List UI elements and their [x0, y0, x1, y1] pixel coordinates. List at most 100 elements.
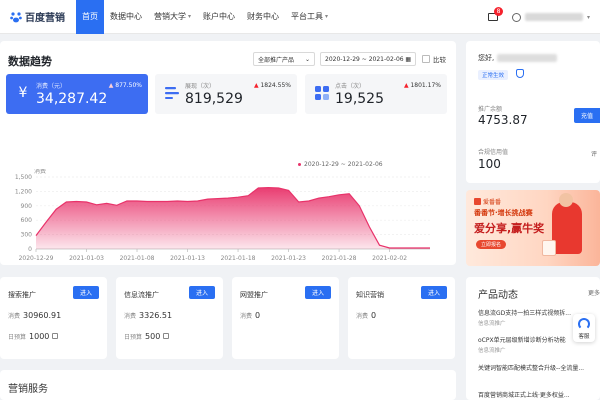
- headset-icon: [578, 318, 590, 330]
- date-range-picker[interactable]: 2020-12-29 ~ 2021-02-06 ▦: [320, 52, 416, 66]
- enter-button[interactable]: 进入: [305, 286, 331, 299]
- budget-row: 日预算 500: [124, 332, 170, 341]
- compare-toggle[interactable]: 比较: [422, 54, 446, 64]
- product-select-value: 全部推广产品: [258, 56, 295, 64]
- product-card-feed: 信息流推广 进入 消费 3326.51 日预算 500: [116, 277, 223, 359]
- banner-logo: 爱番番: [474, 197, 501, 206]
- promo-banner[interactable]: 爱番番 番番节·增长挑战赛 爱分享,赢牛奖 立即报名: [466, 190, 600, 266]
- product-card-knowledge: 知识营销 进入 消费 0: [348, 277, 455, 359]
- budget-row: 日预算 1000: [8, 332, 59, 341]
- x-tick-label: 2021-01-18: [221, 255, 256, 262]
- news-item-tag: 信息流推广: [478, 321, 506, 327]
- news-more-link[interactable]: 更多: [588, 288, 600, 297]
- user-icon: [511, 12, 521, 22]
- banner-gift-box: [542, 240, 556, 256]
- enter-button[interactable]: 进入: [189, 286, 215, 299]
- recharge-button[interactable]: 充值: [574, 108, 600, 123]
- chevron-down-icon: ▾: [586, 13, 590, 21]
- metric-impressions[interactable]: 展现（次） 819,529 ▲ 1824.55%: [155, 74, 297, 114]
- spend-area-chart: 消费1,500 1,200 900 600 300 0 2020-12-29 2021-01-…: [15, 169, 430, 262]
- nav-item-3[interactable]: 账户中心: [197, 0, 241, 34]
- customer-service-label: 客服: [578, 334, 590, 340]
- nav-right: 8 ▾: [487, 0, 590, 34]
- y-tick-label: 600: [21, 217, 33, 224]
- compare-label: 比较: [433, 56, 446, 64]
- message-badge: 8: [493, 7, 503, 16]
- x-tick-label: 2021-01-08: [120, 255, 155, 262]
- metric-change: ▲ 1824.55%: [253, 82, 291, 89]
- product-name: 网盟推广: [240, 291, 268, 299]
- edit-icon[interactable]: [52, 333, 59, 339]
- enter-button[interactable]: 进入: [421, 286, 447, 299]
- metric-change: ▲ 1801.17%: [403, 82, 441, 89]
- x-tick-label: 2021-02-02: [372, 255, 407, 262]
- marketing-services-card: 营销服务: [0, 370, 456, 400]
- metric-change: ▲ 877.50%: [108, 82, 142, 89]
- aifanfan-logo-icon: [474, 198, 481, 205]
- credit-score-label: 合规信用值: [478, 149, 509, 156]
- y-tick-label: 900: [21, 203, 33, 210]
- greeting: 您好,: [478, 53, 558, 63]
- y-axis-label: 消费: [34, 169, 46, 175]
- product-select[interactable]: 全部推广产品 ⌄: [253, 52, 315, 66]
- list-bars-icon: [163, 84, 181, 102]
- product-name: 搜索推广: [8, 291, 36, 299]
- yen-icon: ¥: [18, 85, 28, 101]
- x-tick-label: 2021-01-28: [322, 255, 357, 262]
- y-tick-label: 1,200: [15, 188, 32, 195]
- customer-service-button[interactable]: 客服: [573, 314, 595, 342]
- top-navigation: 百度营销 首页 数据中心 营销大学 ▾ 账户中心 财务中心 平台工具 ▾ 8 ▾: [0, 0, 600, 34]
- metric-spend[interactable]: ¥ 消费（元） 34,287.42 ▲ 877.50%: [6, 74, 148, 114]
- chevron-down-icon: ▾: [325, 13, 329, 20]
- news-item[interactable]: 百度营销商城正式上线·更多权益...: [478, 390, 600, 399]
- product-name: 知识营销: [356, 291, 384, 299]
- nav-item-5[interactable]: 平台工具 ▾: [285, 0, 334, 34]
- y-tick-label: 1,500: [15, 174, 32, 181]
- banner-person-head: [559, 193, 573, 207]
- account-profile-card: 您好, 正常生效 推广余额 4753.87 充值 合规信用值 100 评: [466, 41, 600, 183]
- legend-dot: [298, 163, 301, 166]
- edit-icon[interactable]: [163, 333, 170, 339]
- metric-value: 34,287.42: [36, 91, 108, 107]
- x-tick-label: 2020-12-29: [19, 255, 54, 262]
- message-icon[interactable]: 8: [487, 7, 503, 21]
- spend-row: 消费 30960.91: [8, 311, 62, 320]
- chart-legend: 2020-12-29 ~ 2021-02-06: [298, 161, 383, 168]
- nav-item-0[interactable]: 首页: [76, 0, 104, 34]
- spend-row: 消费 0: [240, 311, 261, 320]
- area-fill: [36, 187, 430, 249]
- product-card-union: 网盟推广 进入 消费 0: [232, 277, 339, 359]
- metric-clicks[interactable]: 点击（次） 19,525 ▲ 1801.17%: [305, 74, 447, 114]
- status-badge: 正常生效: [478, 70, 509, 80]
- banner-signup-button[interactable]: 立即报名: [476, 240, 506, 249]
- user-menu[interactable]: ▾: [511, 12, 590, 22]
- nav-item-4[interactable]: 财务中心: [241, 0, 285, 34]
- account-name-blurred: [497, 54, 558, 62]
- shield-icon: [516, 69, 524, 78]
- date-range-value: 2020-12-29 ~ 2021-02-06: [325, 55, 404, 63]
- user-name-blurred: [524, 13, 583, 21]
- nav-item-1[interactable]: 数据中心: [104, 0, 148, 34]
- banner-slogan: 爱分享,赢牛奖: [474, 222, 545, 235]
- enter-button[interactable]: 进入: [73, 286, 99, 299]
- banner-headline: 番番节·增长挑战赛: [474, 209, 533, 217]
- cutoff-label: 评: [591, 151, 598, 158]
- baidu-paw-icon: [10, 11, 22, 22]
- news-title: 产品动态: [478, 290, 518, 301]
- brand-logo[interactable]: 百度营销: [10, 9, 76, 24]
- news-item-tag: 信息流推广: [478, 348, 506, 354]
- x-tick-label: 2021-01-03: [69, 255, 104, 262]
- spend-row: 消费 3326.51: [124, 311, 173, 320]
- chevron-down-icon: ▾: [188, 13, 192, 20]
- compare-checkbox[interactable]: [422, 55, 430, 63]
- main-nav: 首页 数据中心 营销大学 ▾ 账户中心 财务中心 平台工具 ▾: [76, 0, 334, 34]
- y-tick-label: 0: [28, 246, 32, 253]
- x-tick-label: 2021-01-13: [170, 255, 205, 262]
- credit-score-value: 100: [478, 157, 501, 171]
- brand-name: 百度营销: [25, 13, 65, 24]
- metric-value: 19,525: [335, 91, 384, 107]
- news-item[interactable]: 关键词智能匹配模式整合升级--全流量...: [478, 363, 600, 372]
- legend-label: 2020-12-29 ~ 2021-02-06: [304, 161, 383, 168]
- metric-label: 消费（元）: [36, 83, 67, 90]
- nav-item-2[interactable]: 营销大学 ▾: [148, 0, 197, 34]
